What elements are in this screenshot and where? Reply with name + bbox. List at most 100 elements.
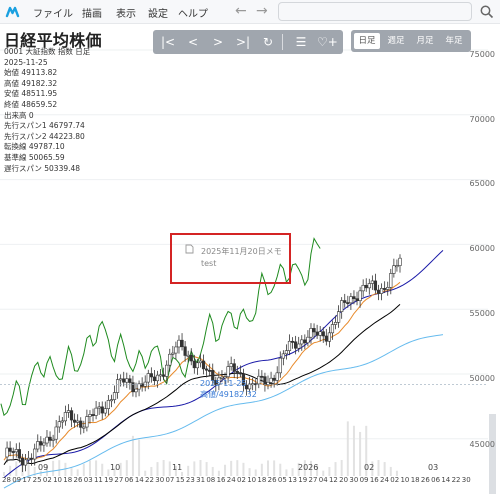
prev-button[interactable]: < (184, 33, 202, 51)
menu-help[interactable]: ヘルプ (178, 5, 208, 20)
x-tick-label: 11 (93, 476, 103, 484)
candle-body (201, 360, 206, 370)
volume-bar (125, 460, 128, 476)
candle-body (73, 419, 77, 423)
candle-body (379, 288, 384, 294)
next-button[interactable]: > (209, 33, 227, 51)
period-monthly[interactable]: 月足 (412, 33, 438, 49)
volume-bar (273, 460, 276, 476)
search-input[interactable] (278, 2, 472, 21)
volume-bar (346, 421, 349, 476)
candle-body (367, 283, 371, 289)
candle-body (82, 426, 86, 429)
period-weekly[interactable]: 週足 (383, 33, 409, 49)
period-daily[interactable]: 日足 (354, 33, 380, 49)
candle-body (318, 331, 322, 336)
candle-body (263, 376, 267, 385)
candle-body (315, 331, 319, 336)
crosshair-date: 2025-11-25 (200, 379, 247, 388)
candle-body (232, 363, 236, 372)
memo-body: test (201, 259, 217, 268)
x-tick-label: 26 (73, 476, 83, 484)
volume-bar (187, 465, 190, 476)
candle-body (294, 341, 298, 349)
x-month-label: 10 (110, 463, 121, 472)
back-arrow-icon[interactable]: ← (235, 3, 247, 19)
memo-note[interactable]: 2025年11月20日メモ test (185, 244, 282, 268)
candle-body (333, 322, 338, 325)
candle-body (11, 451, 15, 453)
x-tick-label: 14 (134, 476, 144, 484)
candle-body (45, 436, 49, 444)
candle-body (85, 416, 89, 428)
candle-body (79, 420, 83, 428)
volume-bar (340, 460, 343, 476)
volume-bar (334, 462, 337, 476)
volume-bar (193, 461, 196, 476)
candle-body (134, 388, 138, 393)
search-icon[interactable] (480, 5, 494, 19)
candle-body (174, 346, 178, 354)
x-tick-label: 14 (441, 476, 451, 484)
menu-settings[interactable]: 設定 (148, 5, 168, 20)
candle-body (122, 378, 126, 383)
candle-body (51, 438, 55, 441)
candle-body (229, 363, 233, 367)
x-tick-label: 26 (420, 476, 430, 484)
app-logo-icon (5, 6, 20, 18)
x-tick-label: 05 (277, 476, 287, 484)
menu-view[interactable]: 表示 (116, 5, 136, 20)
favorite-add-button[interactable]: ♡+ (317, 33, 338, 51)
volume-bar (156, 462, 159, 476)
span2-value: 先行スパン2 44223.80 (4, 131, 85, 141)
volume-bar (199, 460, 202, 476)
list-button[interactable]: ☰ (292, 33, 310, 51)
refresh-button[interactable]: ↻ (259, 33, 277, 51)
volume-bar (9, 465, 12, 476)
candle-body (226, 366, 230, 378)
candle-body (57, 421, 61, 428)
candle-body (284, 350, 289, 355)
x-tick-label: 24 (226, 476, 236, 484)
x-tick-label: 07 (165, 476, 175, 484)
y-label-55000: 55000 (469, 309, 495, 318)
candle-body (140, 383, 144, 387)
stock-info-panel: 0001 大証指数 指数 日足 2025-11-25 始値 49113.82 高… (4, 47, 90, 174)
x-tick-label: 22 (451, 476, 461, 484)
candle-body (20, 457, 25, 466)
x-tick-label: 16 (369, 476, 379, 484)
menu-file[interactable]: ファイル (33, 5, 73, 20)
candle-body (192, 360, 196, 369)
open-value: 始値 49113.82 (4, 68, 58, 78)
candle-body (205, 368, 209, 371)
period-yearly[interactable]: 年足 (441, 33, 467, 49)
volume-bar (291, 468, 294, 476)
candle-body (389, 273, 393, 288)
x-tick-label: 30 (461, 476, 471, 484)
y-label-60000: 60000 (469, 244, 495, 253)
candle-body (398, 257, 402, 266)
candle-body (100, 406, 104, 414)
volume-bar (58, 460, 61, 476)
candle-body (69, 410, 74, 421)
last-button[interactable]: >| (234, 33, 252, 51)
candle-body (146, 373, 150, 383)
x-tick-label: 10 (400, 476, 410, 484)
x-tick-label: 09 (12, 476, 22, 484)
candle-body (195, 362, 199, 369)
menu-draw[interactable]: 描画 (82, 5, 102, 20)
x-tick-label: 25 (32, 476, 42, 484)
candle-body (162, 374, 166, 377)
forward-arrow-icon[interactable]: → (256, 3, 268, 19)
volume-bar (52, 460, 55, 476)
first-button[interactable]: |< (159, 33, 177, 51)
candle-body (158, 374, 163, 377)
code-line: 0001 大証指数 指数 日足 (4, 47, 91, 56)
x-tick-label: 31 (196, 476, 206, 484)
x-tick-label: 17 (22, 476, 32, 484)
volume-bar (279, 463, 282, 476)
volume-bar (328, 466, 331, 476)
candle-body (180, 339, 184, 348)
volume-bar (205, 462, 208, 476)
kijun-value: 基準線 50065.59 (4, 152, 65, 162)
